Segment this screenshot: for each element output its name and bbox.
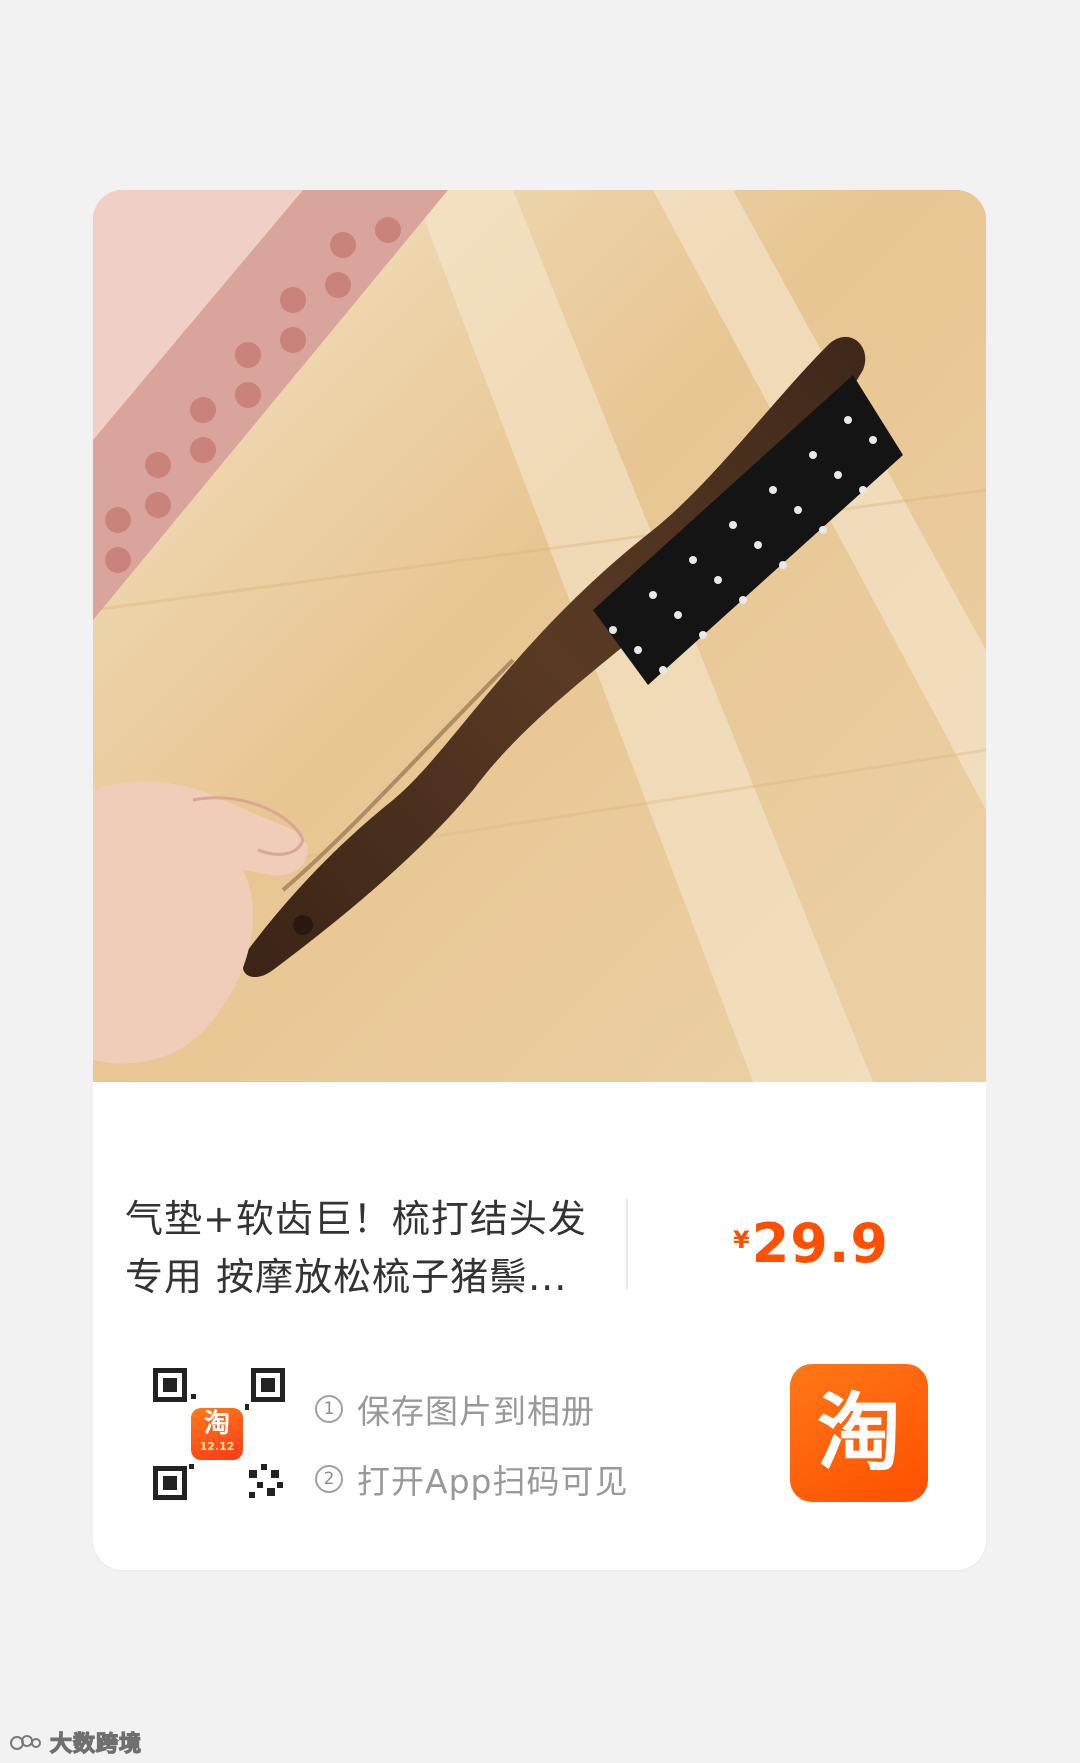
watermark-text: 大数跨境 bbox=[49, 1731, 143, 1757]
taobao-app-icon[interactable]: 淘 bbox=[790, 1364, 928, 1502]
instruction-step-open-app: 2 打开App扫码可见 bbox=[315, 1444, 628, 1514]
divider bbox=[626, 1198, 628, 1290]
watermark: 大数跨境 bbox=[8, 1726, 142, 1758]
hairbrush-photo bbox=[93, 190, 986, 1082]
step-text-save: 保存图片到相册 bbox=[357, 1392, 595, 1431]
scan-instructions: 1 保存图片到相册 2 打开App扫码可见 bbox=[315, 1374, 628, 1514]
step-number-2: 2 bbox=[315, 1465, 343, 1493]
instruction-step-save: 1 保存图片到相册 bbox=[315, 1374, 628, 1444]
product-image bbox=[93, 190, 986, 1082]
product-info: 气垫+软齿巨！梳打结头发专用 按摩放松梳子猪鬃... ¥29.9 淘 12.12… bbox=[93, 1082, 986, 1570]
price-amount: 29.9 bbox=[751, 1212, 889, 1275]
price-currency: ¥ bbox=[733, 1226, 750, 1254]
step-text-open-app: 打开App扫码可见 bbox=[357, 1462, 629, 1501]
product-price: ¥29.9 bbox=[733, 1212, 889, 1275]
badge-glyph: 淘 bbox=[203, 1409, 230, 1439]
watermark-logo-icon bbox=[10, 1735, 41, 1750]
share-card: 气垫+软齿巨！梳打结头发专用 按摩放松梳子猪鬃... ¥29.9 淘 12.12… bbox=[93, 190, 986, 1570]
qr-code[interactable]: 淘 12.12 bbox=[149, 1364, 289, 1504]
badge-date: 12.12 bbox=[199, 1440, 235, 1453]
step-number-1: 1 bbox=[315, 1395, 343, 1423]
taobao-badge-icon: 淘 12.12 bbox=[191, 1408, 243, 1460]
product-title[interactable]: 气垫+软齿巨！梳打结头发专用 按摩放松梳子猪鬃... bbox=[125, 1190, 625, 1306]
